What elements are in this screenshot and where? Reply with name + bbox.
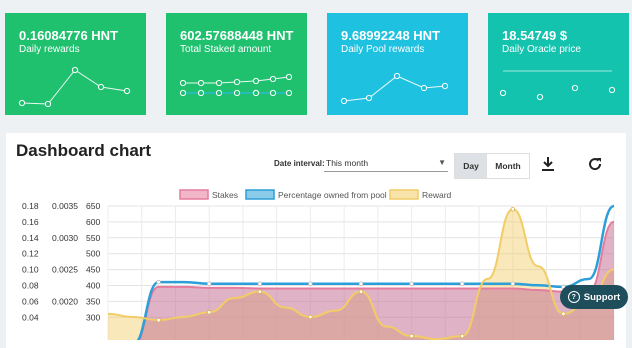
y-tick-label: 0.0030	[52, 233, 78, 243]
data-point[interactable]	[460, 333, 465, 339]
data-point[interactable]	[460, 281, 465, 286]
legend-label[interactable]: Percentage owned from pool	[278, 190, 387, 200]
y-tick-label: 0.10	[22, 265, 39, 275]
support-label: Support	[583, 291, 621, 303]
y-tick-label: 0.04	[22, 312, 39, 322]
y-tick-label: 0.0020	[52, 296, 78, 306]
y-tick-label: 500	[86, 249, 100, 259]
y-tick-label: 300	[86, 312, 100, 322]
data-point[interactable]	[358, 281, 364, 286]
y-tick-label: 0.0025	[52, 265, 78, 275]
y-tick-label: 0.12	[22, 249, 39, 259]
data-point[interactable]	[156, 317, 161, 323]
y-tick-label: 0.06	[22, 296, 39, 306]
data-point[interactable]	[308, 281, 313, 286]
support-button[interactable]: ? Support	[560, 285, 628, 309]
data-point[interactable]	[409, 333, 414, 339]
y-tick-label: 0.08	[22, 281, 39, 291]
y-tick-label: 550	[86, 233, 100, 243]
legend-swatch[interactable]	[389, 189, 419, 200]
data-point[interactable]	[206, 281, 212, 286]
y-tick-label: 400	[86, 281, 100, 291]
legend-swatch[interactable]	[245, 189, 275, 200]
legend-label[interactable]: Stakes	[212, 190, 238, 200]
data-point[interactable]	[206, 310, 212, 315]
data-point[interactable]	[409, 281, 414, 286]
y-tick-label: 0.16	[22, 217, 39, 227]
data-point[interactable]	[308, 314, 313, 320]
y-tick-label: 0.0035	[52, 201, 78, 211]
y-tick-label: 0.18	[22, 201, 39, 211]
data-point[interactable]	[257, 281, 262, 286]
y-tick-label: 450	[86, 265, 100, 275]
y-tick-label: 350	[86, 296, 100, 306]
legend-label[interactable]: Reward	[422, 190, 452, 200]
dashboard-chart: 0.18 0.16 0.14 0.12 0.10 0.08 0.06 0.04 0.0035 0.…	[22, 189, 615, 340]
legend-swatch[interactable]	[179, 189, 209, 200]
y-tick-label: 0.14	[22, 233, 39, 243]
y-tick-label: 600	[86, 217, 100, 227]
y-tick-label: 650	[86, 201, 100, 211]
data-point[interactable]	[257, 289, 262, 294]
data-point[interactable]	[358, 289, 364, 294]
data-point[interactable]	[510, 281, 515, 286]
help-icon: ?	[567, 291, 580, 303]
data-point[interactable]	[156, 279, 161, 285]
data-point[interactable]	[561, 311, 566, 317]
data-point[interactable]	[510, 206, 515, 212]
